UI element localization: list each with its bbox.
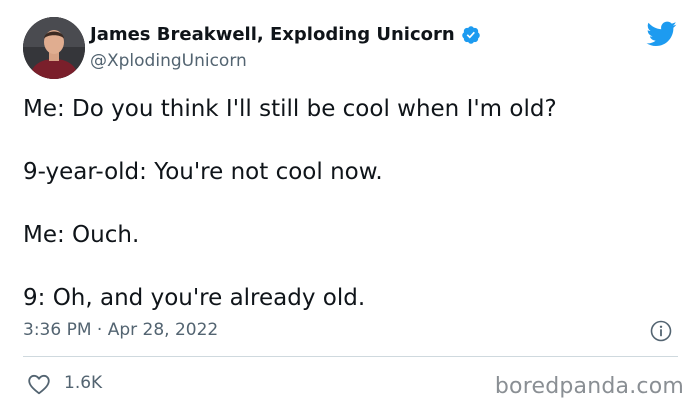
tweet-text-line: Me: Do you think I'll still be cool when…	[23, 96, 557, 122]
tweet-text-line: 9-year-old: You're not cool now.	[23, 159, 383, 185]
tweet-text-line: 9: Oh, and you're already old.	[23, 285, 366, 311]
watermark: boredpanda.com	[494, 374, 684, 399]
divider	[23, 356, 678, 357]
twitter-bird-icon[interactable]	[645, 20, 677, 48]
like-count[interactable]: 1.6K	[64, 373, 102, 393]
info-icon[interactable]	[650, 320, 672, 342]
tweet-text-line: Me: Ouch.	[23, 222, 140, 248]
heart-icon[interactable]	[27, 373, 51, 395]
verified-badge-icon	[461, 25, 481, 45]
avatar[interactable]	[23, 17, 85, 79]
tweet-timestamp[interactable]: 3:36 PM · Apr 28, 2022	[23, 320, 218, 340]
author-name-text[interactable]: James Breakwell, Exploding Unicorn	[90, 24, 455, 45]
profile-photo-icon	[23, 17, 85, 79]
author-display-name[interactable]: James Breakwell, Exploding Unicorn	[90, 24, 481, 45]
author-handle[interactable]: @XplodingUnicorn	[90, 51, 247, 71]
